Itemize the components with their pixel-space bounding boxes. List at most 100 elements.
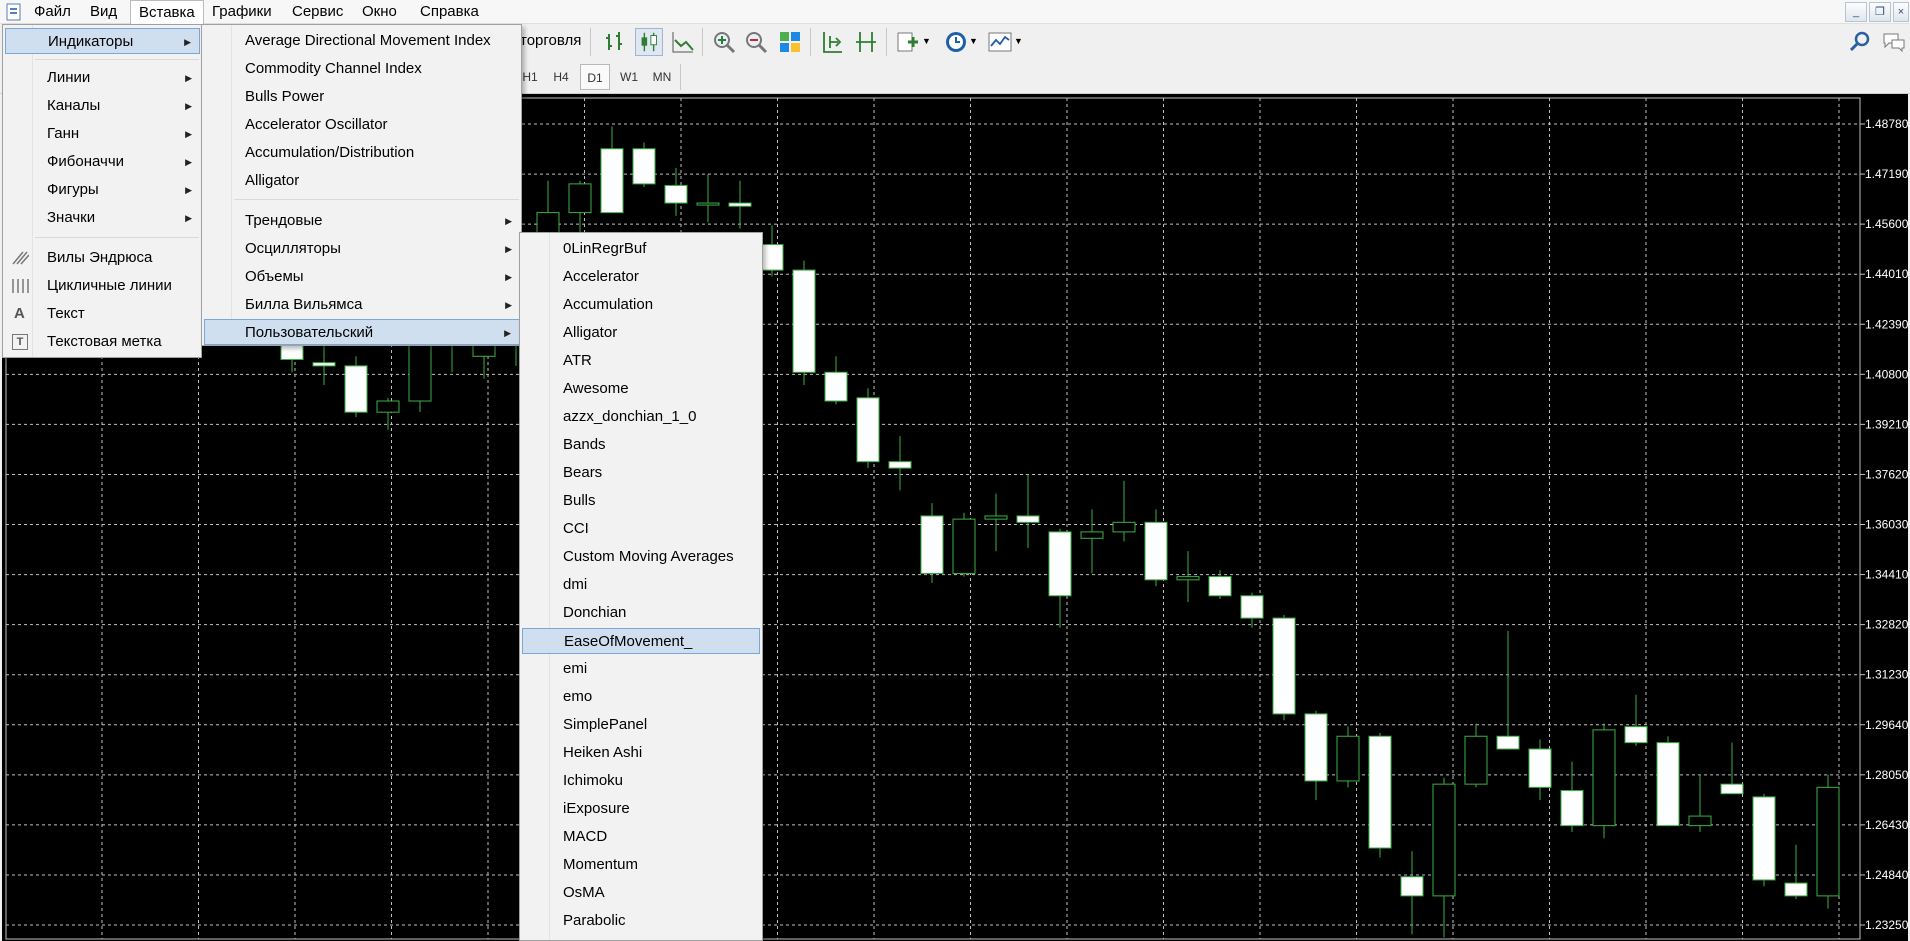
custom-indicator-item[interactable]: Bulls — [522, 488, 760, 514]
menu-item-bill-williams[interactable]: Билла Вильямса ▶ — [204, 292, 520, 318]
menu-item-cycle-lines[interactable]: Цикличные линии — [5, 273, 200, 299]
menu-insert[interactable]: Вставка — [130, 0, 204, 25]
custom-indicator-item[interactable]: OsMA — [522, 880, 760, 906]
restore-icon[interactable]: ❐ — [1869, 2, 1891, 22]
custom-indicator-item[interactable]: CCI — [522, 516, 760, 542]
custom-indicator-item[interactable]: Donchian — [522, 600, 760, 626]
menu-item-bulls-power[interactable]: Bulls Power — [204, 84, 520, 110]
custom-indicator-item[interactable]: Accumulation — [522, 292, 760, 318]
zoom-out-icon[interactable] — [742, 28, 770, 56]
candle-body — [664, 184, 688, 204]
custom-indicator-item[interactable]: Bands — [522, 432, 760, 458]
custom-indicator-item[interactable]: EaseOfMovement_ — [522, 628, 760, 654]
custom-indicator-item[interactable]: Alligator — [522, 320, 760, 346]
chevron-down-icon[interactable]: ▼ — [1014, 36, 1023, 46]
custom-indicator-item[interactable]: emo — [522, 684, 760, 710]
close-icon[interactable]: × — [1893, 2, 1909, 22]
custom-indicator-item[interactable]: iExposure — [522, 796, 760, 822]
toolbar-trading-label[interactable]: торговля — [520, 32, 581, 49]
menu-view[interactable]: Вид — [82, 0, 125, 24]
menu-item-label: ATR — [563, 352, 592, 369]
text-icon: A — [14, 305, 25, 322]
zoom-in-icon[interactable] — [710, 28, 738, 56]
custom-indicator-item[interactable]: Awesome — [522, 376, 760, 402]
menu-item-gann[interactable]: Ганн ▶ — [5, 121, 200, 147]
menu-item-custom[interactable]: Пользовательский ▶ — [204, 319, 520, 345]
menu-item-indicators[interactable]: Индикаторы ▶ — [5, 28, 200, 54]
autoscroll-icon[interactable] — [818, 28, 846, 56]
menu-file[interactable]: Файл — [26, 0, 79, 24]
custom-indicator-item[interactable]: ATR — [522, 348, 760, 374]
menu-charts[interactable]: Графики — [204, 0, 280, 24]
tile-windows-icon[interactable] — [776, 28, 804, 56]
custom-indicator-item[interactable]: Accelerator — [522, 264, 760, 290]
menu-item-shapes[interactable]: Фигуры ▶ — [5, 177, 200, 203]
custom-indicator-item[interactable]: SimplePanel — [522, 712, 760, 738]
templates-icon[interactable] — [986, 28, 1014, 56]
menu-tools[interactable]: Сервис — [284, 0, 351, 24]
candlestick-icon[interactable] — [635, 28, 663, 56]
candle — [856, 388, 880, 469]
menu-window[interactable]: Окно — [354, 0, 405, 24]
menu-item-text[interactable]: A Текст — [5, 301, 200, 327]
chat-icon[interactable] — [1880, 28, 1908, 56]
menu-item-alligator[interactable]: Alligator — [204, 168, 520, 194]
menu-item-accumulation-distribution[interactable]: Accumulation/Distribution — [204, 140, 520, 166]
menu-item-andrews-pitchfork[interactable]: Вилы Эндрюса — [5, 245, 200, 271]
timeframe-mn[interactable]: MN — [647, 64, 677, 90]
menu-item-fibonacci[interactable]: Фибоначчи ▶ — [5, 149, 200, 175]
text-label-icon: T — [12, 334, 28, 350]
menu-item-arrows[interactable]: Значки ▶ — [5, 205, 200, 231]
menu-item-volumes[interactable]: Объемы ▶ — [204, 264, 520, 290]
candle — [632, 142, 656, 188]
candle — [1816, 774, 1840, 909]
menu-item-channels[interactable]: Каналы ▶ — [5, 93, 200, 119]
menu-item-oscillators[interactable]: Осцилляторы ▶ — [204, 236, 520, 262]
menu-item-label: Heiken Ashi — [563, 744, 643, 761]
custom-indicator-item[interactable]: Custom Moving Averages — [522, 544, 760, 570]
menu-item-label: azzx_donchian_1_0 — [563, 408, 697, 425]
menu-item-cci[interactable]: Commodity Channel Index — [204, 56, 520, 82]
candle-body — [856, 397, 880, 463]
chevron-down-icon[interactable]: ▼ — [922, 36, 931, 46]
timeframe-w1[interactable]: W1 — [614, 64, 644, 90]
chevron-down-icon[interactable]: ▼ — [969, 36, 978, 46]
candle-body — [1176, 576, 1200, 581]
candle — [792, 260, 816, 386]
custom-indicator-item[interactable]: MACD — [522, 824, 760, 850]
menu-item-label: iExposure — [563, 800, 630, 817]
menu-item-label: Alligator — [563, 324, 618, 341]
menu-item-label: Осцилляторы — [245, 240, 341, 257]
menu-item-label: Bands — [563, 436, 606, 453]
candle-body — [1528, 748, 1552, 788]
menu-item-lines[interactable]: Линии ▶ — [5, 65, 200, 91]
chart-shift-icon[interactable] — [852, 28, 880, 56]
custom-indicator-item[interactable]: 0LinRegrBuf — [522, 236, 760, 262]
custom-indicator-item[interactable]: azzx_donchian_1_0 — [522, 404, 760, 430]
menu-item-adx[interactable]: Average Directional Movement Index — [204, 28, 520, 54]
candle-body — [1784, 882, 1808, 897]
minimize-icon[interactable]: _ — [1845, 2, 1867, 22]
menu-item-trend[interactable]: Трендовые ▶ — [204, 208, 520, 234]
line-chart-icon[interactable] — [669, 28, 697, 56]
candle — [1400, 851, 1424, 935]
custom-indicator-item[interactable]: Heiken Ashi — [522, 740, 760, 766]
timeframe-d1[interactable]: D1 — [580, 64, 610, 90]
candle — [1560, 761, 1584, 833]
menu-help[interactable]: Справка — [412, 0, 487, 24]
search-icon[interactable] — [1846, 28, 1874, 56]
add-indicator-icon[interactable] — [894, 28, 922, 56]
menu-item-label: SimplePanel — [563, 716, 648, 733]
custom-indicator-item[interactable]: Bears — [522, 460, 760, 486]
clock-icon[interactable] — [942, 28, 970, 56]
custom-indicator-item[interactable]: Parabolic — [522, 908, 760, 934]
price-label: 1.24840 — [1865, 868, 1908, 882]
custom-indicator-item[interactable]: dmi — [522, 572, 760, 598]
menu-item-text-label[interactable]: T Текстовая метка — [5, 329, 200, 355]
timeframe-h4[interactable]: H4 — [546, 64, 576, 90]
custom-indicator-item[interactable]: Ichimoku — [522, 768, 760, 794]
custom-indicator-item[interactable]: emi — [522, 656, 760, 682]
menu-item-accelerator-oscillator[interactable]: Accelerator Oscillator — [204, 112, 520, 138]
custom-indicator-item[interactable]: Momentum — [522, 852, 760, 878]
bar-chart-icon[interactable] — [603, 28, 631, 56]
